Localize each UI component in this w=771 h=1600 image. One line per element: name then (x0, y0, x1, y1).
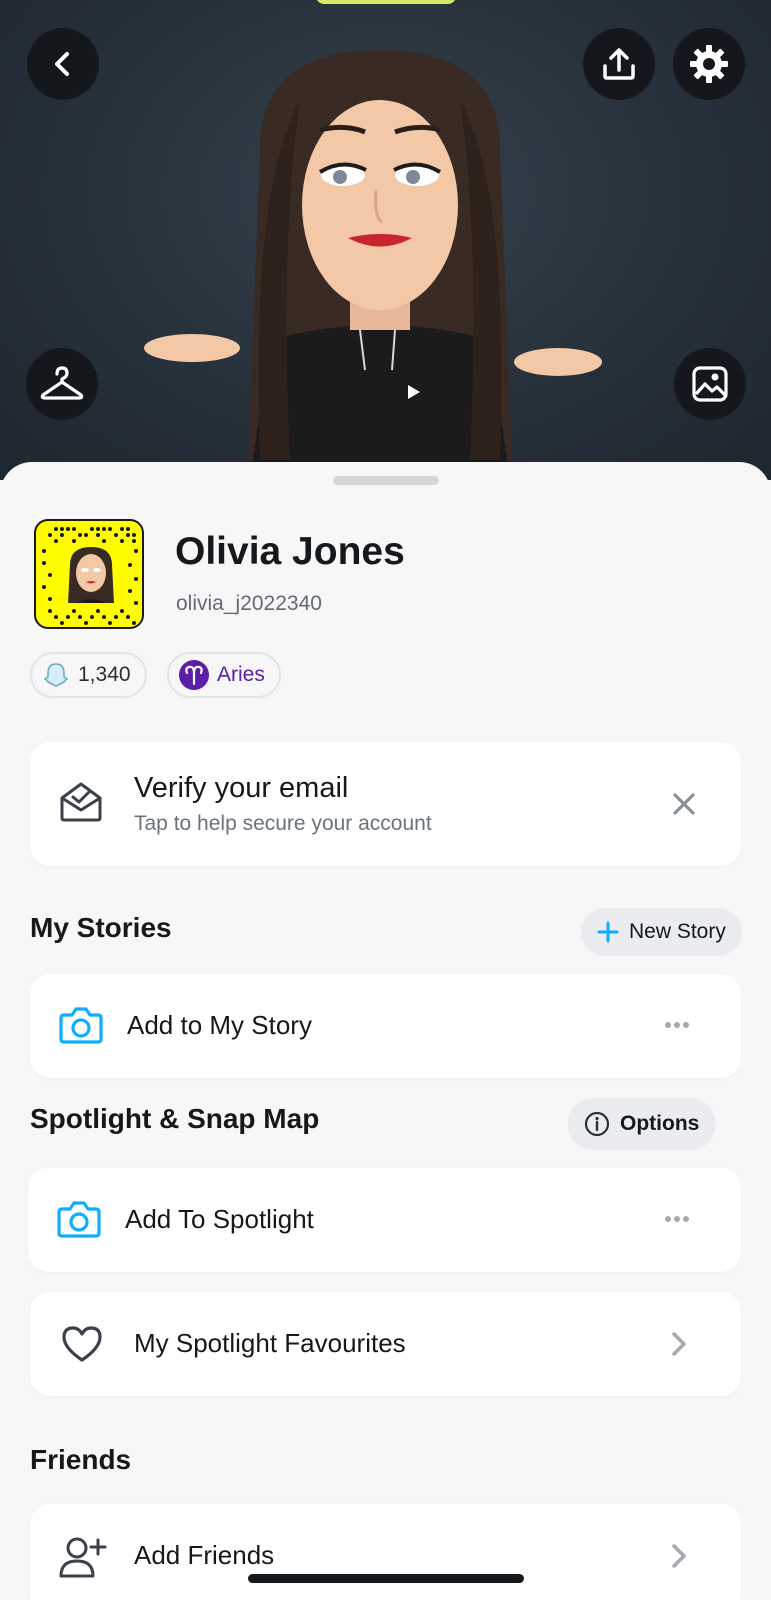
add-friends-card[interactable]: Add Friends (30, 1504, 741, 1600)
sheet-drag-handle[interactable] (333, 476, 439, 485)
ghost-score-icon (42, 661, 70, 689)
add-to-my-story-label: Add to My Story (127, 1010, 312, 1040)
settings-button[interactable] (673, 28, 745, 100)
username[interactable]: olivia_j2022340 (176, 592, 322, 616)
new-story-label: New Story (629, 920, 726, 943)
background-button[interactable] (674, 348, 746, 420)
options-button[interactable]: Options (568, 1098, 716, 1150)
add-friends-label: Add Friends (134, 1540, 275, 1570)
aries-icon (179, 660, 209, 690)
spotlight-more-dots-icon[interactable] (664, 1214, 690, 1224)
zodiac-pill[interactable]: Aries (167, 652, 281, 698)
bitmoji-avatar (144, 50, 602, 480)
home-indicator[interactable] (248, 1574, 524, 1583)
bitmoji-header (0, 0, 771, 480)
heart-icon (60, 1324, 104, 1364)
add-to-spotlight-label: Add To Spotlight (125, 1204, 314, 1234)
share-profile-button[interactable] (583, 28, 655, 100)
add-friend-icon (58, 1534, 108, 1580)
email-envelope-icon (58, 780, 104, 824)
gear-icon (690, 45, 728, 83)
back-button[interactable] (27, 28, 99, 100)
add-to-spotlight-card[interactable]: Add To Spotlight (28, 1168, 741, 1272)
zodiac-label: Aries (217, 663, 265, 686)
spotlight-camera-icon (56, 1198, 102, 1240)
chevron-right-icon (670, 1330, 688, 1358)
upload-icon (603, 48, 635, 80)
new-story-button[interactable]: New Story (581, 908, 742, 956)
verify-email-card[interactable]: Verify your email Tap to help secure you… (30, 742, 741, 866)
verify-email-subtitle: Tap to help secure your account (134, 812, 432, 835)
spotlight-heading: Spotlight & Snap Map (30, 1103, 320, 1134)
more-dots-icon[interactable] (664, 1020, 690, 1030)
snap-score-value: 1,340 (78, 663, 131, 686)
top-tab-indicator (316, 0, 456, 4)
snapcode-dots (42, 527, 138, 625)
plus-icon (597, 921, 619, 943)
chevron-left-icon (55, 52, 69, 76)
add-friends-chevron-icon (670, 1542, 688, 1570)
snapcode[interactable] (34, 519, 144, 629)
display-name: Olivia Jones (175, 530, 405, 573)
options-label: Options (620, 1112, 700, 1135)
camera-icon (58, 1004, 104, 1046)
friends-heading: Friends (30, 1444, 132, 1475)
verify-email-title: Verify your email (134, 772, 349, 804)
info-icon (584, 1111, 610, 1137)
dismiss-close-icon[interactable] (670, 790, 698, 818)
hanger-icon (40, 366, 84, 400)
my-stories-heading: My Stories (30, 912, 172, 943)
outfit-button[interactable] (26, 348, 98, 420)
spotlight-favourites-card[interactable]: My Spotlight Favourites (30, 1292, 741, 1396)
profile-sheet: Olivia Jones olivia_j2022340 1,340 Aries (0, 462, 771, 1600)
spotlight-favourites-label: My Spotlight Favourites (134, 1328, 406, 1358)
snap-score-pill[interactable]: 1,340 (30, 652, 147, 698)
add-to-my-story-card[interactable]: Add to My Story (30, 974, 741, 1078)
image-icon (692, 366, 728, 402)
